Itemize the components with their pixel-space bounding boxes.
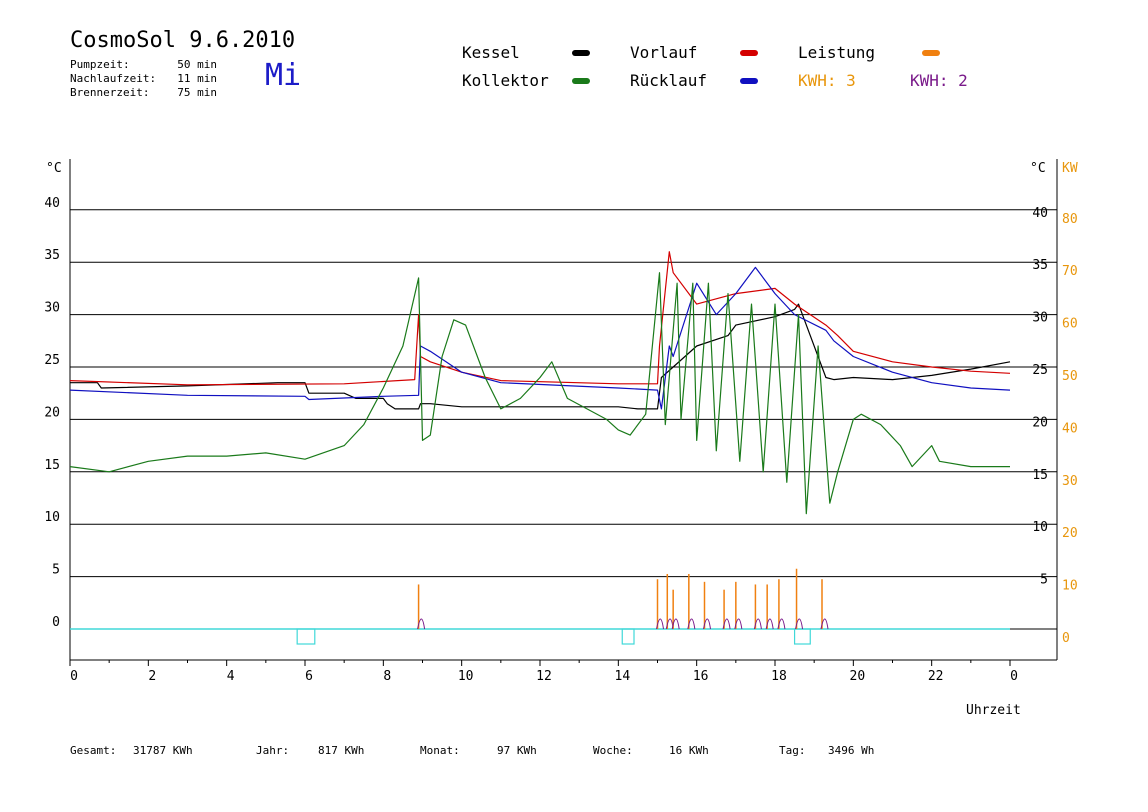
series-line-1 xyxy=(69,251,1011,386)
y-left-tick-20: 20 xyxy=(44,405,60,420)
y-right-tick-5: 5 xyxy=(1040,573,1048,588)
y-kw-axis-label: KW xyxy=(1062,161,1078,176)
x-tick-label-11: 22 xyxy=(928,669,944,684)
series-line-3 xyxy=(69,272,1010,515)
x-tick-label-4: 8 xyxy=(383,669,391,684)
pump-periods xyxy=(296,628,811,645)
y-kw-tick-10: 10 xyxy=(1062,579,1078,594)
y-right-tick-40: 40 xyxy=(1032,206,1048,221)
chart-series xyxy=(69,251,1011,515)
chart-axes xyxy=(69,159,1058,661)
chart-grid xyxy=(70,209,1057,578)
pump-period-0 xyxy=(296,628,316,645)
footer-label-jahr: Jahr: xyxy=(256,744,290,757)
footer-label-monat: Monat: xyxy=(420,744,460,757)
y-kw-tick-40: 40 xyxy=(1062,421,1078,436)
x-tick-label-2: 4 xyxy=(227,669,235,684)
x-tick-label-5: 10 xyxy=(458,669,474,684)
y-left-tick-30: 30 xyxy=(44,301,60,316)
y-left-tick-0: 0 xyxy=(52,615,60,630)
y-right-tick-10: 10 xyxy=(1032,520,1048,535)
x-tick-label-7: 14 xyxy=(615,669,631,684)
y-left-tick-25: 25 xyxy=(44,353,60,368)
y-right-axis-label: °C xyxy=(1030,161,1046,176)
x-axis-label: Uhrzeit xyxy=(966,703,1021,718)
y-kw-tick-0: 0 xyxy=(1062,631,1070,646)
y-kw-tick-30: 30 xyxy=(1062,474,1078,489)
y-right-tick-35: 35 xyxy=(1032,258,1048,273)
y-kw-tick-70: 70 xyxy=(1062,264,1078,279)
footer-label-woche: Woche: xyxy=(593,744,633,757)
y-left-tick-40: 40 xyxy=(44,196,60,211)
y-kw-tick-20: 20 xyxy=(1062,526,1078,541)
y-right-tick-30: 30 xyxy=(1032,311,1048,326)
y-right-tick-15: 15 xyxy=(1032,468,1048,483)
y-left-tick-10: 10 xyxy=(44,510,60,525)
x-tick-label-3: 6 xyxy=(305,669,313,684)
footer-value-tag: 3496 Wh xyxy=(828,744,875,757)
y-left-tick-5: 5 xyxy=(52,563,60,578)
y-kw-tick-80: 80 xyxy=(1062,212,1078,227)
pump-period-2 xyxy=(793,628,811,645)
footer-value-monat: 97 KWh xyxy=(497,744,537,757)
leistung-spikes xyxy=(417,568,829,630)
y-left-tick-35: 35 xyxy=(44,248,60,263)
footer-label-tag: Tag: xyxy=(779,744,806,757)
footer-value-woche: 16 KWh xyxy=(669,744,709,757)
y-kw-tick-50: 50 xyxy=(1062,369,1078,384)
y-right-tick-25: 25 xyxy=(1032,363,1048,378)
pump-period-1 xyxy=(621,628,635,645)
x-tick-label-10: 20 xyxy=(850,669,866,684)
series-line-2 xyxy=(69,266,1011,410)
y-right-tick-20: 20 xyxy=(1032,415,1048,430)
x-tick-label-12: 0 xyxy=(1010,669,1018,684)
y-left-axis-label: °C xyxy=(46,161,62,176)
x-tick-label-6: 12 xyxy=(536,669,552,684)
series-line-0 xyxy=(70,303,1011,410)
x-tick-label-0: 0 xyxy=(70,669,78,684)
footer-value-jahr: 817 KWh xyxy=(318,744,365,757)
temperature-chart: 0 2 4 6 8 10 12 14 16 18 20 22 0 0 5 10 15 20 25 30 35 40 5 10 1… xyxy=(44,159,1078,718)
x-tick-label-1: 2 xyxy=(148,669,156,684)
y-left-tick-15: 15 xyxy=(44,458,60,473)
footer-value-gesamt: 31787 KWh xyxy=(133,744,193,757)
tick-labels: 0 2 4 6 8 10 12 14 16 18 20 22 0 0 5 10 15 20 25 30 35 40 5 10 1… xyxy=(44,196,1077,684)
y-kw-tick-60: 60 xyxy=(1062,317,1078,332)
x-tick-label-8: 16 xyxy=(693,669,709,684)
x-tick-label-9: 18 xyxy=(771,669,787,684)
footer-label-gesamt: Gesamt: xyxy=(70,744,117,757)
